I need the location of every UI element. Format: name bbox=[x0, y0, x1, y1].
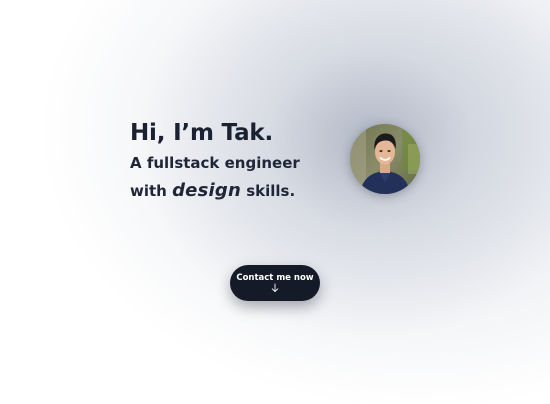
tagline-emphasis: design bbox=[172, 180, 241, 201]
tagline-line-2: with design skills. bbox=[130, 177, 330, 205]
contact-button[interactable]: Contact me now bbox=[230, 265, 320, 301]
hero-section: Hi, I’m Tak. A fullstack engineer with d… bbox=[0, 0, 550, 404]
profile-photo-icon bbox=[350, 124, 420, 194]
tagline: A fullstack engineer with design skills. bbox=[130, 150, 330, 205]
intro-block: Hi, I’m Tak. A fullstack engineer with d… bbox=[130, 118, 330, 205]
tagline-rest: skills. bbox=[240, 182, 296, 200]
contact-button-label: Contact me now bbox=[236, 273, 314, 283]
greeting-heading: Hi, I’m Tak. bbox=[130, 120, 274, 146]
tagline-with: with bbox=[130, 182, 173, 200]
tagline-line-1: A fullstack engineer bbox=[130, 154, 300, 172]
avatar bbox=[350, 124, 420, 194]
arrow-down-icon bbox=[271, 283, 279, 293]
